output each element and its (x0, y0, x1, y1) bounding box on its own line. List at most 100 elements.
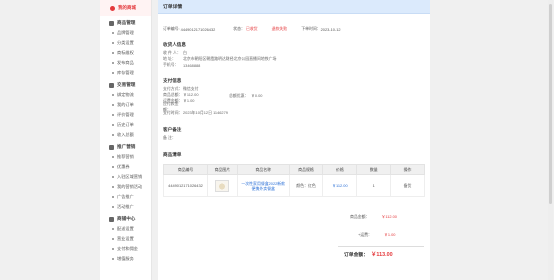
goods-op[interactable]: 备货 (390, 174, 425, 197)
payment-section: 支付信息 支付方式： 微信支付 商品总额： ￥112.00 运费金额： ￥1.00 应付款金… (163, 78, 228, 116)
express-row: +运费： ￥1.00 (358, 232, 395, 238)
sidebar-item[interactable]: 库存管理 (100, 68, 151, 78)
bullet-icon (112, 94, 114, 96)
sidebar-item[interactable]: 配送设置 (100, 224, 151, 234)
sidebar-group-title[interactable]: 商铺中心 (100, 214, 151, 224)
bullet-icon (112, 42, 114, 44)
sidebar-item[interactable]: 我的营销活动 (100, 182, 151, 192)
bullet-icon (112, 196, 114, 198)
sidebar-item-label: 增值服务 (117, 256, 134, 261)
sidebar-item[interactable]: 优惠券 (100, 162, 151, 172)
order-no-value: 4449012171026432 (180, 26, 216, 32)
product-image[interactable] (215, 179, 230, 192)
sidebar-item[interactable]: 支付和佣金 (100, 244, 151, 254)
info-key: 手机号： (163, 62, 179, 67)
column-header: 商品名称 (236, 164, 290, 175)
goods-total-value: ￥112.00 (381, 214, 397, 219)
bullet-icon (112, 124, 114, 126)
sidebar-item[interactable]: 历史订单 (100, 120, 151, 130)
payment-title: 支付信息 (163, 78, 182, 83)
sidebar-item-label: 发布商品 (117, 60, 134, 65)
menu-icon (109, 82, 114, 88)
info-row: 手机号： 13468888 (163, 62, 276, 68)
goods-total-row: 商品金额： ￥112.00 (350, 214, 397, 220)
order-time-label: 下单时间： (301, 26, 321, 31)
sidebar-item-label: 评价管理 (117, 112, 134, 117)
bullet-icon (112, 62, 114, 64)
sidebar-item[interactable]: 营业设置 (100, 234, 151, 244)
order-time-value: 2023-10-12 (320, 26, 341, 32)
note-label: 备 注： (163, 135, 176, 140)
menu-icon (109, 216, 114, 222)
sidebar-group-title[interactable]: 推广营销 (100, 142, 151, 152)
info-value: 2023年10月12日 1146279 (183, 110, 228, 115)
bullet-icon (112, 258, 114, 260)
goods-image-cell (206, 174, 238, 197)
sidebar-item[interactable]: 广告推广 (100, 192, 151, 202)
sidebar-item-label: 库存管理 (117, 70, 134, 75)
sidebar-item[interactable]: 活动推广 (100, 202, 151, 212)
sidebar-group-label: 推广营销 (117, 144, 136, 149)
order-no-label: 订单编号: (163, 26, 180, 31)
bullet-icon (112, 206, 114, 208)
receiver-title: 收货人信息 (163, 42, 186, 47)
bullet-icon (112, 134, 114, 136)
sidebar-home[interactable]: 我的商城 (100, 0, 151, 16)
totals-divider (338, 246, 424, 247)
sidebar-group: 交易管理 绑定物流我的订单评价管理历史订单收入总额 (100, 80, 151, 140)
sidebar-item[interactable]: 发布商品 (100, 58, 151, 68)
goods-title: 商品清单 (163, 152, 182, 157)
scrollbar-thumb[interactable] (549, 4, 552, 204)
sidebar-item-label: 品牌管理 (117, 30, 134, 35)
info-value: 13468888 (183, 62, 201, 68)
sidebar-group-title[interactable]: 交易管理 (100, 80, 151, 90)
order-total-row: 订单金额： ￥113.00 (344, 250, 393, 258)
bullet-icon (112, 166, 114, 168)
order-summary: 订单编号: 4449012171026432 状态： 已收货 退款失败 下单时间… (163, 26, 341, 32)
column-header: 价格 (322, 164, 358, 175)
sidebar-item[interactable]: 推荐营销 (100, 152, 151, 162)
sidebar-item[interactable]: 我的订单 (100, 100, 151, 110)
bullet-icon (112, 114, 114, 116)
sidebar-item[interactable]: 商标维权 (100, 48, 151, 58)
page-title: 订单详情 (158, 0, 430, 14)
goods-table: 商品编号 商品图片 商品名称 商品规格 价格 数量 操作 4449012171026432 … (163, 164, 425, 197)
bullet-icon (112, 186, 114, 188)
sidebar-group-title[interactable]: 商品管理 (100, 18, 151, 28)
sidebar-item-label: 推荐营销 (117, 154, 134, 159)
goods-spec: 颜色：红色 (288, 174, 324, 197)
sidebar-item[interactable]: 入驻区域营销 (100, 172, 151, 182)
bullet-icon (112, 72, 114, 74)
sidebar-item[interactable]: 增值服务 (100, 254, 151, 264)
sidebar-item-label: 入驻区域营销 (117, 174, 143, 179)
scrollbar[interactable] (548, 0, 553, 280)
bullet-icon (112, 228, 114, 230)
menu-icon (109, 144, 114, 150)
bullet-icon (112, 176, 114, 178)
sidebar-group: 商品管理品牌管理分类设置 商标维权发布商品库存管理 (100, 18, 151, 78)
refund-badge: 退款失败 (271, 26, 288, 31)
goods-name[interactable]: 一次性家用餐盒2022新款便携外卖餐盒 (236, 174, 290, 197)
main-panel: 订单详情 订单编号: 4449012171026432 状态： 已收货 退款失败… (158, 0, 430, 280)
sidebar-item[interactable]: 品牌管理 (100, 28, 151, 38)
column-header: 商品编号 (163, 164, 208, 175)
sidebar-item[interactable]: 收入总额 (100, 130, 151, 140)
sidebar-item-label: 营业设置 (117, 236, 134, 241)
sidebar-item[interactable]: 评价管理 (100, 110, 151, 120)
sidebar-item-label: 收入总额 (117, 132, 134, 137)
bullet-icon (112, 104, 114, 106)
column-header: 商品图片 (206, 164, 238, 175)
express-label: +运费： (358, 232, 372, 237)
info-row: 支付时间： 2023年10月12日 1146279 (163, 110, 228, 116)
goods-code: 4449012171026432 (163, 174, 208, 197)
sidebar-group: 推广营销推荐营销优惠券入驻区域营销我的营销活动 广告推广 活动推广 (100, 142, 151, 212)
table-row: 4449012171026432 一次性家用餐盒2022新款便携外卖餐盒 颜色：… (163, 174, 425, 197)
bullet-icon (112, 32, 114, 34)
discount-value: ￥0.00 (251, 93, 263, 98)
sidebar-group-label: 商品管理 (117, 20, 136, 25)
sidebar-item[interactable]: 分类设置 (100, 38, 151, 48)
order-total-label: 订单金额： (344, 252, 368, 258)
goods-total-label: 商品金额： (350, 214, 370, 219)
sidebar-item-label: 我的订单 (117, 102, 134, 107)
sidebar-item[interactable]: 绑定物流 (100, 90, 151, 100)
